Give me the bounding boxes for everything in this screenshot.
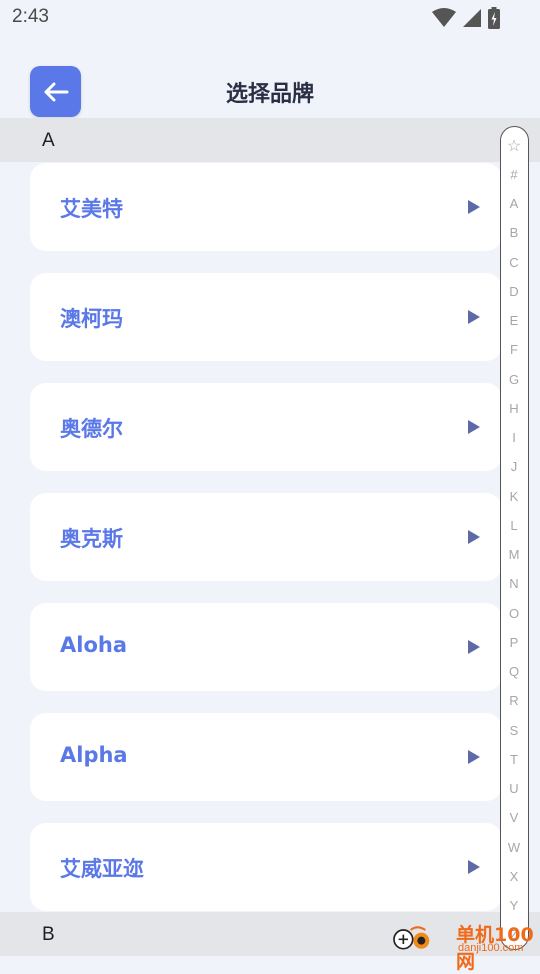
status-icons [432, 7, 500, 29]
signal-icon [463, 9, 481, 27]
play-arrow-icon [468, 640, 480, 654]
section-letter: B [42, 924, 55, 945]
index-letter[interactable]: A [501, 196, 527, 211]
index-letter[interactable]: F [501, 342, 527, 357]
page-title: 选择品牌 [225, 82, 314, 107]
index-letter[interactable]: N [501, 576, 527, 591]
status-bar: 2:43 [0, 0, 540, 36]
battery-icon [488, 7, 500, 29]
index-letter[interactable]: C [501, 255, 527, 270]
brand-name: Aloha [60, 633, 127, 657]
brand-name: 艾美特 [60, 197, 123, 221]
index-letter[interactable]: G [501, 372, 527, 387]
index-letter[interactable]: P [501, 635, 527, 650]
watermark: 单机100网 danji100.com [392, 916, 540, 973]
index-letter[interactable]: B [501, 225, 527, 240]
index-letter[interactable]: T [501, 752, 527, 767]
brand-item[interactable]: 奥德尔 [30, 383, 502, 471]
brand-item[interactable]: 奥克斯 [30, 493, 502, 581]
index-favorites-star[interactable]: ☆ [501, 136, 527, 156]
section-letter: A [42, 130, 55, 151]
index-letter[interactable]: J [501, 459, 527, 474]
brand-name: 澳柯玛 [60, 307, 123, 331]
index-letter[interactable]: H [501, 401, 527, 416]
index-letter[interactable]: W [501, 840, 527, 855]
index-letter[interactable]: I [501, 430, 527, 445]
watermark-logo-icon [393, 926, 430, 950]
index-letter[interactable]: D [501, 284, 527, 299]
play-arrow-icon [468, 530, 480, 544]
status-time: 2:43 [12, 6, 49, 27]
brand-item[interactable]: 澳柯玛 [30, 273, 502, 361]
brand-name: 奥克斯 [60, 527, 123, 551]
brand-item[interactable]: Alpha [30, 713, 502, 801]
index-letter[interactable]: E [501, 313, 527, 328]
wifi-icon [432, 8, 456, 27]
watermark-url: danji100.com [458, 942, 524, 954]
index-letter[interactable]: Q [501, 664, 527, 679]
index-letter[interactable]: M [501, 547, 527, 562]
index-letter[interactable]: L [501, 518, 527, 533]
brand-name: Alpha [60, 743, 128, 767]
index-letter[interactable]: Y [501, 898, 527, 913]
play-arrow-icon [468, 860, 480, 874]
index-letter[interactable]: V [501, 810, 527, 825]
index-letter[interactable]: X [501, 869, 527, 884]
brand-name: 艾威亚迩 [60, 857, 144, 881]
play-arrow-icon [468, 750, 480, 764]
index-letter[interactable]: S [501, 723, 527, 738]
index-letter[interactable]: K [501, 489, 527, 504]
play-arrow-icon [468, 310, 480, 324]
brand-item[interactable]: Aloha [30, 603, 502, 691]
brand-name: 奥德尔 [60, 417, 123, 441]
section-header-a: A [0, 118, 540, 162]
play-arrow-icon [468, 420, 480, 434]
brand-item[interactable]: 艾美特 [30, 163, 502, 251]
index-letter[interactable]: # [501, 167, 527, 182]
play-arrow-icon [468, 200, 480, 214]
index-letter[interactable]: R [501, 693, 527, 708]
index-letter[interactable]: O [501, 606, 527, 621]
alphabet-index-bar[interactable]: ☆ # A B C D E F G H I J K L M N O P Q R … [500, 126, 529, 950]
brand-item[interactable]: 艾威亚迩 [30, 823, 502, 911]
index-letter[interactable]: U [501, 781, 527, 796]
